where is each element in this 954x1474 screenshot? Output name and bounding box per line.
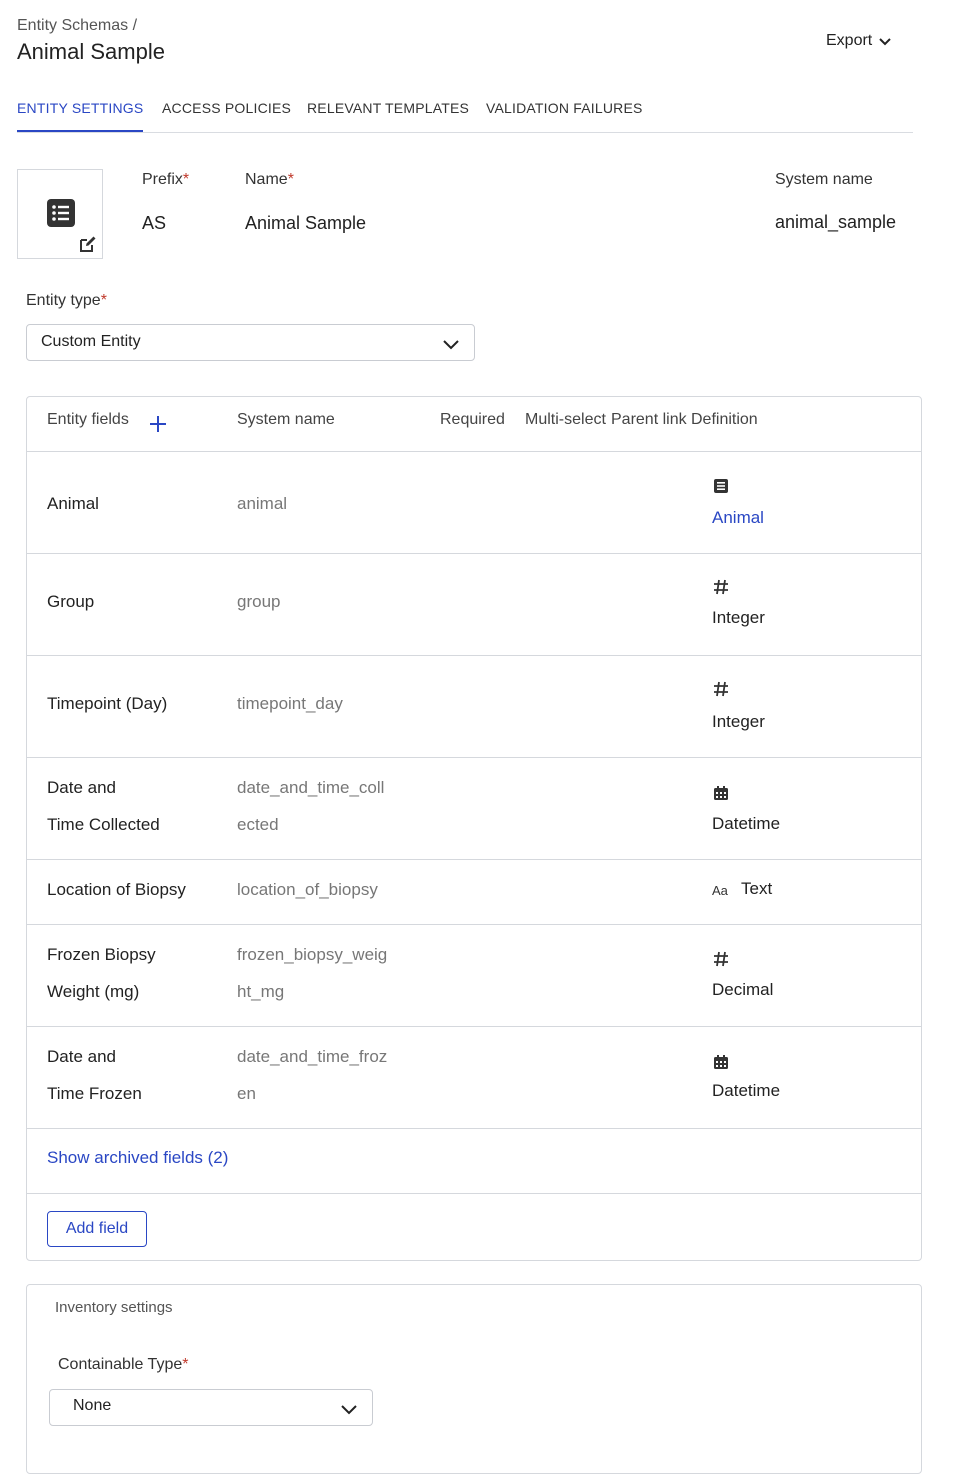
required-mark: * [182, 171, 190, 188]
inventory-settings-panel: Inventory settings Containable Type* Non… [26, 1284, 922, 1474]
definition-text: Text [741, 879, 773, 898]
tab-entity-settings[interactable]: ENTITY SETTINGS [17, 100, 144, 132]
table-row[interactable]: Location of Biopsy location_of_biopsy Aa… [27, 860, 921, 925]
entity-type-select[interactable]: Custom Entity [26, 324, 475, 361]
name-label: Name* [245, 171, 294, 188]
field-system-name: date_and_time_froz en [237, 1047, 388, 1103]
field-name: Group [47, 592, 95, 611]
show-archived-link[interactable]: Show archived fields (2) [47, 1148, 228, 1168]
required-mark: * [182, 1356, 189, 1373]
definition-text: Datetime [712, 814, 781, 833]
page-title: Animal Sample [17, 39, 165, 64]
definition-text: Datetime [712, 1081, 781, 1100]
add-field-button[interactable]: Add field [47, 1211, 147, 1247]
text-aa-icon: Aa [712, 883, 728, 898]
table-row[interactable]: Timepoint (Day) timepoint_day Integer [27, 656, 921, 758]
breadcrumb[interactable]: Entity Schemas / [17, 17, 137, 35]
entity-list-icon [714, 479, 728, 493]
table-row[interactable]: Group group Integer [27, 554, 921, 656]
tab-access-policies[interactable]: ACCESS POLICIES [162, 100, 291, 132]
tab-bar: ENTITY SETTINGS ACCESS POLICIES RELEVANT… [17, 92, 913, 133]
field-name: Date and Time Frozen [47, 1047, 142, 1103]
hash-icon [714, 681, 728, 697]
field-system-name: date_and_time_coll ected [237, 778, 385, 834]
header-entity-fields: Entity fields [47, 411, 129, 428]
entity-type-value: Custom Entity [41, 333, 141, 350]
hash-icon [714, 579, 728, 595]
field-system-name: location_of_biopsy [237, 880, 378, 899]
field-name: Frozen Biopsy Weight (mg) [47, 945, 156, 1001]
field-system-name: timepoint_day [237, 694, 343, 713]
table-header: Entity fields System name Required Multi… [27, 397, 921, 452]
required-mark: * [100, 292, 107, 309]
prefix-value[interactable]: AS [142, 213, 166, 234]
header-system-name: System name [237, 411, 335, 428]
chevron-down-icon [879, 38, 891, 46]
chevron-down-icon [443, 340, 459, 350]
field-system-name: animal [237, 494, 288, 513]
field-name: Location of Biopsy [47, 880, 186, 899]
name-value[interactable]: Animal Sample [245, 213, 366, 234]
definition-text: Decimal [712, 980, 774, 999]
definition-text: Integer [712, 608, 765, 627]
field-system-name: frozen_biopsy_weig ht_mg [237, 945, 388, 1001]
calendar-icon [714, 786, 728, 800]
field-name: Animal [47, 494, 99, 513]
inventory-settings-title: Inventory settings [55, 1299, 173, 1316]
table-row[interactable]: Date and Time Frozen date_and_time_froz en… [27, 1027, 921, 1129]
required-mark: * [287, 171, 294, 188]
field-system-name: group [237, 592, 281, 611]
prefix-label: Prefix* [142, 171, 190, 188]
plus-icon[interactable] [149, 415, 167, 433]
definition-text: Integer [712, 712, 765, 731]
header-definition: Definition [691, 411, 758, 428]
entity-fields-table: Entity fields System name Required Multi… [26, 396, 922, 1261]
table-row[interactable]: Date and Time Collected date_and_time_col… [27, 758, 921, 860]
calendar-icon [714, 1055, 728, 1069]
hash-icon [714, 951, 728, 967]
tab-relevant-templates[interactable]: RELEVANT TEMPLATES [307, 100, 469, 132]
header-required: Required [440, 411, 505, 428]
table-row[interactable]: Animal animal Animal [27, 452, 921, 554]
system-name-label: System name [775, 171, 873, 188]
edit-icon[interactable] [78, 234, 98, 254]
export-button[interactable]: Export [826, 32, 892, 50]
field-name: Timepoint (Day) [47, 694, 168, 713]
containable-type-select[interactable]: None [49, 1389, 373, 1426]
schema-icon-picker[interactable] [17, 169, 103, 259]
entity-type-label: Entity type* [26, 292, 107, 309]
list-icon [47, 199, 75, 227]
export-label: Export [826, 32, 873, 49]
containable-type-value: None [73, 1397, 112, 1414]
field-name: Date and Time Collected [47, 778, 160, 834]
system-name-value: animal_sample [775, 212, 897, 232]
table-row[interactable]: Frozen Biopsy Weight (mg) frozen_biopsy_w… [27, 925, 921, 1027]
chevron-down-icon [341, 1405, 357, 1415]
definition-link[interactable]: Animal [712, 508, 764, 528]
header-multi-select: Multi-select [525, 411, 606, 428]
show-archived-row: Show archived fields (2) [27, 1129, 921, 1194]
containable-type-label: Containable Type* [58, 1356, 189, 1373]
header-parent-link: Parent link [611, 411, 687, 428]
tab-validation-failures[interactable]: VALIDATION FAILURES [486, 100, 643, 132]
